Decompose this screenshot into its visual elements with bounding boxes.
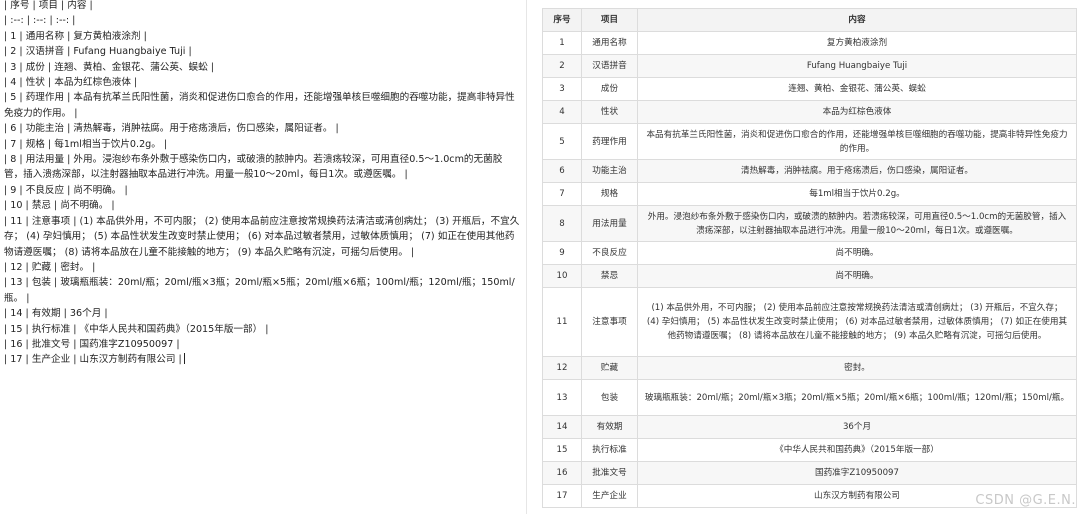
cell-index: 6	[542, 159, 582, 183]
table-row: 3 成份 连翘、黄柏、金银花、蒲公英、蜈蚣	[542, 77, 1077, 101]
table-row: 4 性状 本品为红棕色液体	[542, 100, 1077, 124]
markdown-editor[interactable]: | 序号 | 项目 | 内容 | | :--: | :--: | :--: | | …	[0, 0, 527, 514]
editor-line[interactable]: | 12 | 贮藏 | 密封。 |	[4, 260, 520, 275]
editor-line[interactable]: | 11 | 注意事项 | (1) 本品供外用，不可内服； (2) 使用本品前应…	[4, 214, 520, 260]
header-item: 项目	[581, 8, 638, 32]
editor-line[interactable]: | 14 | 有效期 | 36个月 |	[4, 306, 520, 321]
cell-index: 10	[542, 264, 582, 288]
editor-line[interactable]: | 17 | 生产企业 | 山东汉方制药有限公司 |	[4, 352, 520, 367]
cell-index: 17	[542, 484, 582, 508]
table-row: 5 药理作用 本品有抗革兰氏阳性菌，消炎和促进伤口愈合的作用，还能增强单核巨噬细胞的…	[542, 123, 1077, 160]
cell-content: Fufang Huangbaiye Tuji	[637, 54, 1077, 78]
editor-line[interactable]: | 10 | 禁忌 | 尚不明确。 |	[4, 198, 520, 213]
cell-item: 执行标准	[581, 438, 638, 462]
cell-item: 有效期	[581, 415, 638, 439]
cell-index: 12	[542, 356, 582, 380]
header-index: 序号	[542, 8, 582, 32]
table-row: 6 功能主治 清热解毒，消肿祛腐。用于疮疡溃后，伤口感染，属阳证者。	[542, 159, 1077, 183]
cell-item: 注意事项	[581, 287, 638, 357]
editor-line[interactable]: | 9 | 不良反应 | 尚不明确。 |	[4, 183, 520, 198]
cell-content: 清热解毒，消肿祛腐。用于疮疡溃后，伤口感染，属阳证者。	[637, 159, 1077, 183]
cell-content: 外用。浸泡纱布条外敷于感染伤口内，或破溃的脓肿内。若溃疡较深，可用直径0.5～1…	[637, 205, 1077, 242]
markdown-preview: 序号 项目 内容 1 通用名称 复方黄柏液涂剂 2 汉语拼音 Fufang Huangba…	[527, 0, 1080, 514]
cell-item: 生产企业	[581, 484, 638, 508]
editor-line[interactable]: | 15 | 执行标准 | 《中华人民共和国药典》（2015年版一部） |	[4, 322, 520, 337]
table-row: 9 不良反应 尚不明确。	[542, 241, 1077, 265]
cell-item: 成份	[581, 77, 638, 101]
watermark: CSDN @G.E.N.	[975, 493, 1076, 508]
editor-line[interactable]: | 1 | 通用名称 | 复方黄柏液涂剂 |	[4, 29, 520, 44]
table-row: 7 规格 每1ml相当于饮片0.2g。	[542, 182, 1077, 206]
cell-item: 不良反应	[581, 241, 638, 265]
cell-content: 复方黄柏液涂剂	[637, 31, 1077, 55]
editor-line[interactable]: | 4 | 性状 | 本品为红棕色液体 |	[4, 75, 520, 90]
cell-index: 13	[542, 379, 582, 416]
cell-index: 7	[542, 182, 582, 206]
cell-content: 密封。	[637, 356, 1077, 380]
table-row: 13 包装 玻璃瓶瓶装：20ml/瓶；20ml/瓶×3瓶；20ml/瓶×5瓶；20m…	[542, 379, 1077, 416]
cell-item: 贮藏	[581, 356, 638, 380]
cell-item: 功能主治	[581, 159, 638, 183]
cell-item: 性状	[581, 100, 638, 124]
cell-item: 药理作用	[581, 123, 638, 160]
cell-content: 每1ml相当于饮片0.2g。	[637, 182, 1077, 206]
editor-line[interactable]: | 13 | 包装 | 玻璃瓶瓶装：20ml/瓶；20ml/瓶×3瓶；20ml/…	[4, 275, 520, 306]
cell-item: 规格	[581, 182, 638, 206]
table-row: 15 执行标准 《中华人民共和国药典》（2015年版一部）	[542, 438, 1077, 462]
cell-item: 通用名称	[581, 31, 638, 55]
editor-line[interactable]: | 2 | 汉语拼音 | Fufang Huangbaiye Tuji |	[4, 44, 520, 59]
cell-item: 批准文号	[581, 461, 638, 485]
cell-content: 国药准字Z10950097	[637, 461, 1077, 485]
editor-line[interactable]: | 8 | 用法用量 | 外用。浸泡纱布条外敷于感染伤口内，或破溃的脓肿内。若溃…	[4, 152, 520, 183]
cell-index: 11	[542, 287, 582, 357]
editor-line[interactable]: | 6 | 功能主治 | 清热解毒，消肿祛腐。用于疮疡溃后，伤口感染，属阳证者。…	[4, 121, 520, 136]
cell-index: 16	[542, 461, 582, 485]
cell-index: 9	[542, 241, 582, 265]
table-row: 1 通用名称 复方黄柏液涂剂	[542, 31, 1077, 55]
table-row: 8 用法用量 外用。浸泡纱布条外敷于感染伤口内，或破溃的脓肿内。若溃疡较深，可用直径…	[542, 205, 1077, 242]
editor-line[interactable]: | 16 | 批准文号 | 国药准字Z10950097 |	[4, 337, 520, 352]
cell-content: 本品为红棕色液体	[637, 100, 1077, 124]
table-row: 10 禁忌 尚不明确。	[542, 264, 1077, 288]
cell-index: 4	[542, 100, 582, 124]
table-header-row: 序号 项目 内容	[542, 8, 1077, 32]
cell-content: 36个月	[637, 415, 1077, 439]
cell-item: 用法用量	[581, 205, 638, 242]
cell-index: 14	[542, 415, 582, 439]
cell-content: 本品有抗革兰氏阳性菌，消炎和促进伤口愈合的作用，还能增强单核巨噬细胞的吞噬功能，…	[637, 123, 1077, 160]
cell-item: 包装	[581, 379, 638, 416]
table-row: 11 注意事项 (1) 本品供外用，不可内服； (2) 使用本品前应注意按常规换药法…	[542, 287, 1077, 357]
cell-content: 连翘、黄柏、金银花、蒲公英、蜈蚣	[637, 77, 1077, 101]
editor-line[interactable]: | 3 | 成份 | 连翘、黄柏、金银花、蒲公英、蜈蚣 |	[4, 60, 520, 75]
cell-content: 尚不明确。	[637, 264, 1077, 288]
editor-line[interactable]: | :--: | :--: | :--: |	[4, 13, 520, 28]
cell-index: 8	[542, 205, 582, 242]
cell-item: 禁忌	[581, 264, 638, 288]
table-row: 2 汉语拼音 Fufang Huangbaiye Tuji	[542, 54, 1077, 78]
preview-table: 序号 项目 内容 1 通用名称 复方黄柏液涂剂 2 汉语拼音 Fufang Huangba…	[542, 8, 1077, 508]
table-row: 16 批准文号 国药准字Z10950097	[542, 461, 1077, 485]
editor-line[interactable]: | 序号 | 项目 | 内容 |	[4, 0, 520, 13]
editor-line[interactable]: | 5 | 药理作用 | 本品有抗革兰氏阳性菌，消炎和促进伤口愈合的作用，还能增…	[4, 90, 520, 121]
cell-content: 尚不明确。	[637, 241, 1077, 265]
cell-content: (1) 本品供外用，不可内服； (2) 使用本品前应注意按常规换药法清洁或清创病…	[637, 287, 1077, 357]
table-row: 12 贮藏 密封。	[542, 356, 1077, 380]
cell-index: 15	[542, 438, 582, 462]
table-row: 14 有效期 36个月	[542, 415, 1077, 439]
cell-content: 《中华人民共和国药典》（2015年版一部）	[637, 438, 1077, 462]
cell-index: 2	[542, 54, 582, 78]
cell-index: 1	[542, 31, 582, 55]
header-content: 内容	[637, 8, 1077, 32]
cell-index: 5	[542, 123, 582, 160]
editor-line[interactable]: | 7 | 规格 | 每1ml相当于饮片0.2g。 |	[4, 137, 520, 152]
cell-content: 玻璃瓶瓶装：20ml/瓶；20ml/瓶×3瓶；20ml/瓶×5瓶；20ml/瓶×…	[637, 379, 1077, 416]
cell-item: 汉语拼音	[581, 54, 638, 78]
cell-index: 3	[542, 77, 582, 101]
